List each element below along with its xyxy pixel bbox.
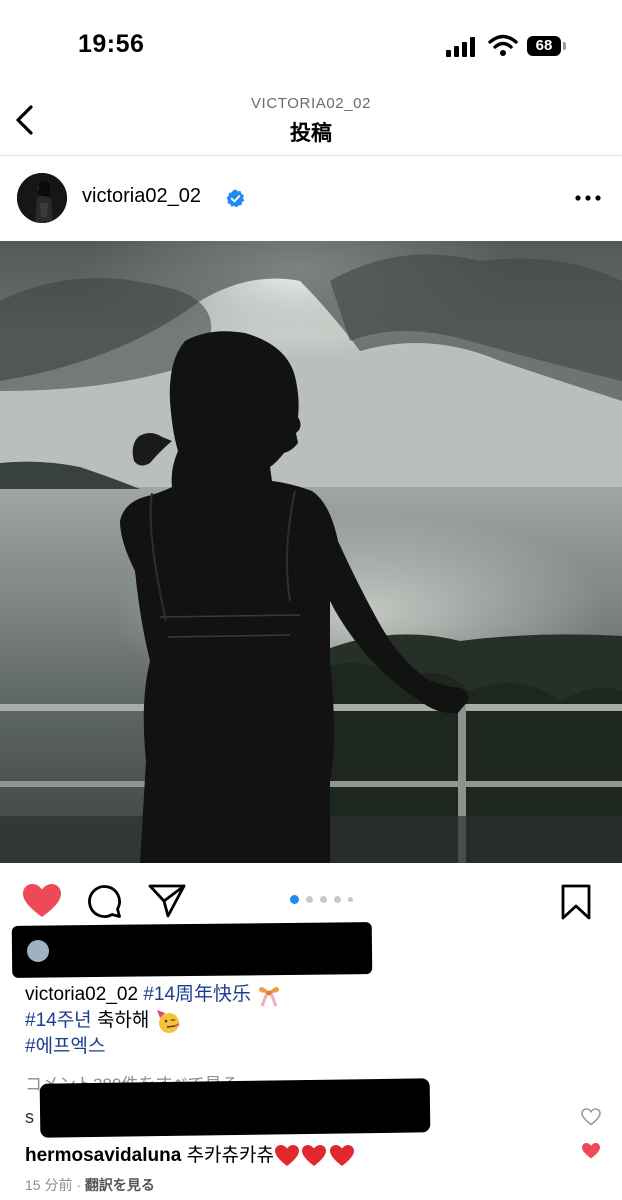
redacted-comment [39, 1078, 431, 1138]
translate-link[interactable]: 翻訳を見る [85, 1177, 155, 1193]
carousel-dot [334, 895, 341, 903]
gift-bow-emoji-icon [259, 987, 280, 1007]
hashtag-link[interactable]: #에프엑스 [25, 1036, 106, 1057]
header-divider [0, 155, 622, 156]
cellular-signal-icon [446, 37, 475, 57]
comment-1-username[interactable]: s [25, 1107, 34, 1128]
hashtag-link[interactable]: #14周年快乐 [143, 984, 251, 1005]
heart-outline-icon[interactable] [581, 1108, 601, 1126]
post-username[interactable]: victoria02_02 [82, 185, 201, 208]
post-meta: 15 分前 · 翻訳を見る [25, 1175, 155, 1195]
battery-indicator: 68 [527, 36, 567, 58]
red-heart-emoji-icon [329, 1144, 354, 1166]
post-photo[interactable] [0, 241, 622, 863]
verified-badge-icon [226, 189, 245, 208]
comment-2-text: 추카츄카츄 [186, 1145, 274, 1166]
status-time: 19:56 [78, 30, 145, 58]
bookmark-icon[interactable] [560, 884, 592, 920]
red-heart-emoji-icon [274, 1144, 299, 1166]
caption-line-1: victoria02_02 #14周年快乐 [25, 982, 282, 1008]
page-title: 投稿 [290, 122, 332, 145]
carousel-dot-active [290, 894, 299, 904]
red-heart-emoji-icon [301, 1144, 326, 1166]
caption-line-3: #에프엑스 [25, 1034, 106, 1060]
comment-2-username[interactable]: hermosavidaluna [25, 1145, 181, 1166]
header-account-id: VICTORIA02_02 [250, 95, 372, 112]
party-face-emoji-icon [156, 1010, 180, 1033]
redacted-likes [11, 922, 373, 978]
battery-level: 68 [535, 37, 553, 54]
send-icon[interactable] [148, 883, 186, 919]
meta-separator: · [76, 1177, 85, 1193]
avatar[interactable] [17, 173, 67, 223]
carousel-dot [306, 895, 313, 903]
caption-text: 축하해 [96, 1010, 150, 1032]
time-ago: 15 分前 [25, 1177, 73, 1193]
caption-username[interactable]: victoria02_02 [25, 984, 138, 1005]
caption-line-2: #14주년 축하해 [25, 1008, 181, 1034]
carousel-dot [348, 896, 353, 902]
carousel-dot [320, 895, 327, 903]
comment-icon[interactable] [86, 883, 122, 919]
more-options-icon[interactable] [574, 190, 602, 206]
comment-2: hermosavidaluna 추카츄카츄 [25, 1140, 356, 1168]
carousel-indicator [290, 894, 353, 904]
heart-filled-icon[interactable] [581, 1142, 601, 1160]
heart-filled-icon[interactable] [22, 883, 62, 919]
liker-avatar [27, 940, 49, 962]
hashtag-link[interactable]: #14주년 [25, 1010, 92, 1031]
wifi-icon [488, 34, 518, 56]
